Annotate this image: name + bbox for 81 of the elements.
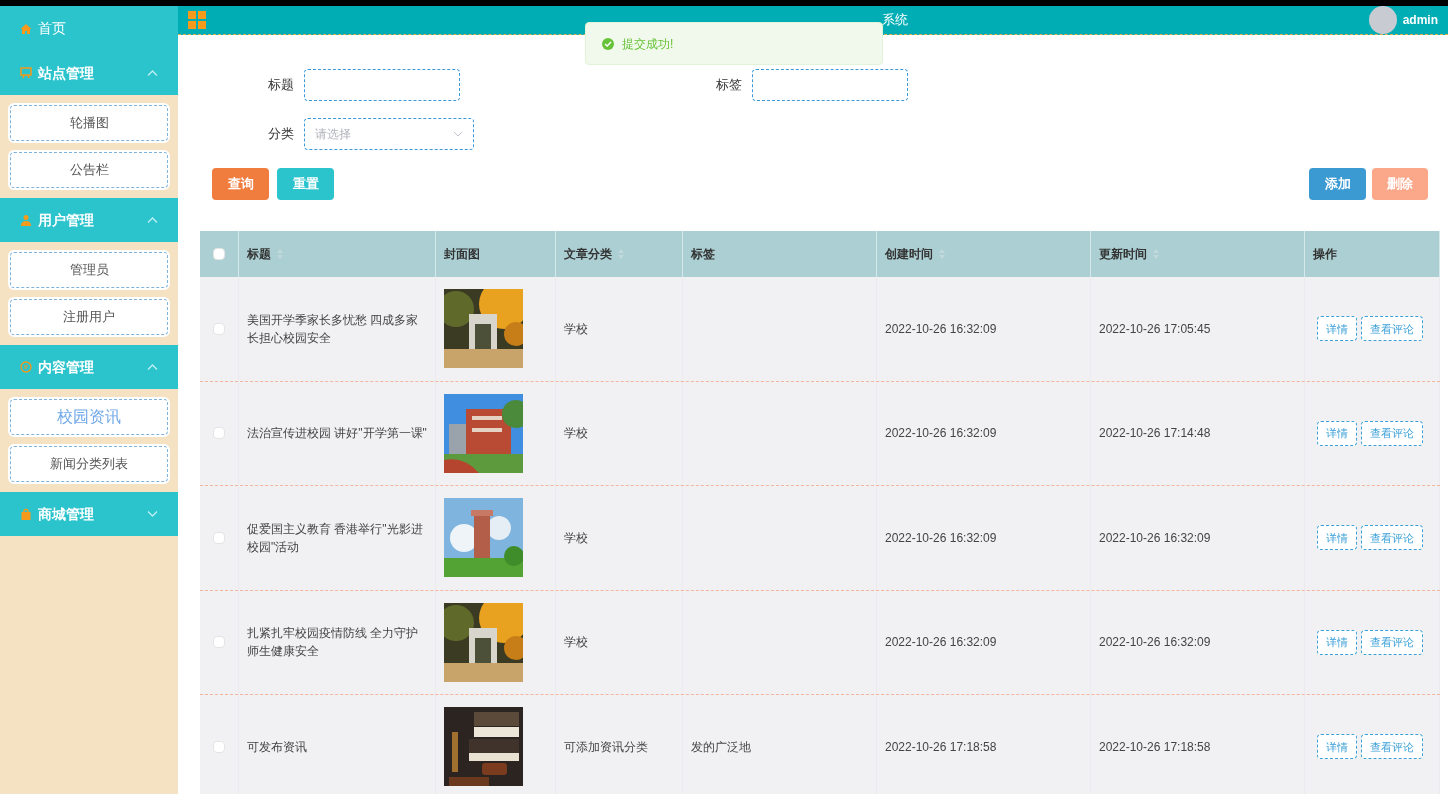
add-button[interactable]: 添加 <box>1309 168 1366 200</box>
checkbox[interactable] <box>213 531 225 544</box>
checkbox[interactable] <box>213 322 225 335</box>
table-cell-text: 2022-10-26 16:32:09 <box>885 634 997 652</box>
table-cell-text: 扎紧扎牢校园疫情防线 全力守护师生健康安全 <box>247 625 420 661</box>
submenu-item[interactable]: 轮播图 <box>8 103 170 143</box>
menu-section-header[interactable]: 商城管理 <box>0 492 178 536</box>
submenu-item[interactable]: 注册用户 <box>8 297 170 337</box>
submenu-item[interactable]: 管理员 <box>8 250 170 290</box>
details-button[interactable]: 详情 <box>1317 316 1357 342</box>
checkbox[interactable] <box>213 636 225 649</box>
category-select[interactable]: 请选择 <box>304 118 474 150</box>
field-label: 标题 <box>267 76 295 95</box>
menu-section-header[interactable]: 站点管理 <box>0 51 178 95</box>
comments-button[interactable]: 查看评论 <box>1361 316 1423 342</box>
comments-button[interactable]: 查看评论 <box>1361 525 1423 551</box>
table-cell-text: 2022-10-26 16:32:09 <box>885 529 997 547</box>
table-cell-text: 2022-10-26 16:32:09 <box>885 425 997 443</box>
delete-button[interactable]: 删除 <box>1372 168 1428 200</box>
table-cell-text: 可发布资讯 <box>247 738 307 756</box>
field-label: 分类 <box>267 125 295 144</box>
details-button[interactable]: 详情 <box>1317 420 1357 446</box>
submenu-item[interactable]: 新闻分类列表 <box>8 444 170 484</box>
table-cell-text: 促爱国主义教育 香港举行"光影进校园"活动 <box>247 520 424 556</box>
checkbox[interactable] <box>213 248 225 260</box>
menu-section-header[interactable]: 用户管理 <box>0 198 178 242</box>
checkbox[interactable] <box>213 427 225 440</box>
field-label: 标签 <box>715 76 743 95</box>
column-header[interactable]: 操作 <box>1313 245 1337 263</box>
column-header[interactable]: 更新时间 <box>1099 245 1159 263</box>
tag-input[interactable] <box>752 69 908 101</box>
comments-button[interactable]: 查看评论 <box>1361 734 1423 760</box>
details-button[interactable]: 详情 <box>1317 525 1357 551</box>
table-cell-text: 2022-10-26 17:18:58 <box>1099 738 1211 756</box>
avatar[interactable] <box>1368 6 1397 34</box>
table-cell-text: 学校 <box>564 425 588 443</box>
table-cell-text: 2022-10-26 16:32:09 <box>1099 634 1211 652</box>
check-circle-icon <box>602 37 614 50</box>
grid-icon[interactable] <box>188 11 206 29</box>
query-button[interactable]: 查询 <box>212 168 269 200</box>
table-cell-text: 学校 <box>564 634 588 652</box>
table-cell-text: 2022-10-26 17:18:58 <box>885 738 997 756</box>
chat-icon <box>20 361 32 373</box>
checkbox[interactable] <box>213 740 225 753</box>
reset-button[interactable]: 重置 <box>277 168 334 200</box>
column-header[interactable]: 创建时间 <box>885 245 945 263</box>
bag-icon <box>20 508 32 520</box>
home-icon <box>20 22 32 35</box>
table-cell-text: 2022-10-26 17:05:45 <box>1099 320 1211 338</box>
system-title: 系统 <box>882 11 908 30</box>
details-button[interactable]: 详情 <box>1317 734 1357 760</box>
submenu-item[interactable]: 校园资讯 <box>8 397 170 437</box>
user-icon <box>20 214 32 226</box>
table-cell-text: 可添加资讯分类 <box>564 738 648 756</box>
submenu-item[interactable]: 公告栏 <box>8 150 170 190</box>
table-cell-text: 法治宣传进校园 讲好"开学第一课" <box>247 425 427 443</box>
username[interactable]: admin <box>1402 11 1438 29</box>
column-header[interactable]: 标签 <box>691 245 715 263</box>
comments-button[interactable]: 查看评论 <box>1361 420 1423 446</box>
table-cell-text: 2022-10-26 16:32:09 <box>885 320 997 338</box>
column-header[interactable]: 封面图 <box>444 245 480 263</box>
chevron-up-icon <box>147 217 158 223</box>
title-input[interactable] <box>304 69 460 101</box>
chevron-up-icon <box>147 364 158 370</box>
table-cell-text: 发的广泛地 <box>691 738 751 756</box>
home-menu-item[interactable]: 首页 <box>0 6 178 51</box>
table-cell-text: 美国开学季家长多忧愁 四成多家长担心校园安全 <box>247 311 420 347</box>
table-cell-text: 学校 <box>564 320 588 338</box>
monitor-icon <box>20 67 32 79</box>
chevron-up-icon <box>147 70 158 76</box>
column-header[interactable]: 文章分类 <box>564 245 624 263</box>
menu-section-header[interactable]: 内容管理 <box>0 345 178 389</box>
details-button[interactable]: 详情 <box>1317 629 1357 655</box>
chevron-down-icon <box>147 511 158 517</box>
table-cell-text: 2022-10-26 17:14:48 <box>1099 425 1211 443</box>
comments-button[interactable]: 查看评论 <box>1361 629 1423 655</box>
success-toast: 提交成功! <box>585 22 883 65</box>
chevron-down-icon <box>453 131 463 137</box>
table-cell-text: 学校 <box>564 529 588 547</box>
column-header[interactable]: 标题 <box>247 245 283 263</box>
table-cell-text: 2022-10-26 16:32:09 <box>1099 529 1211 547</box>
